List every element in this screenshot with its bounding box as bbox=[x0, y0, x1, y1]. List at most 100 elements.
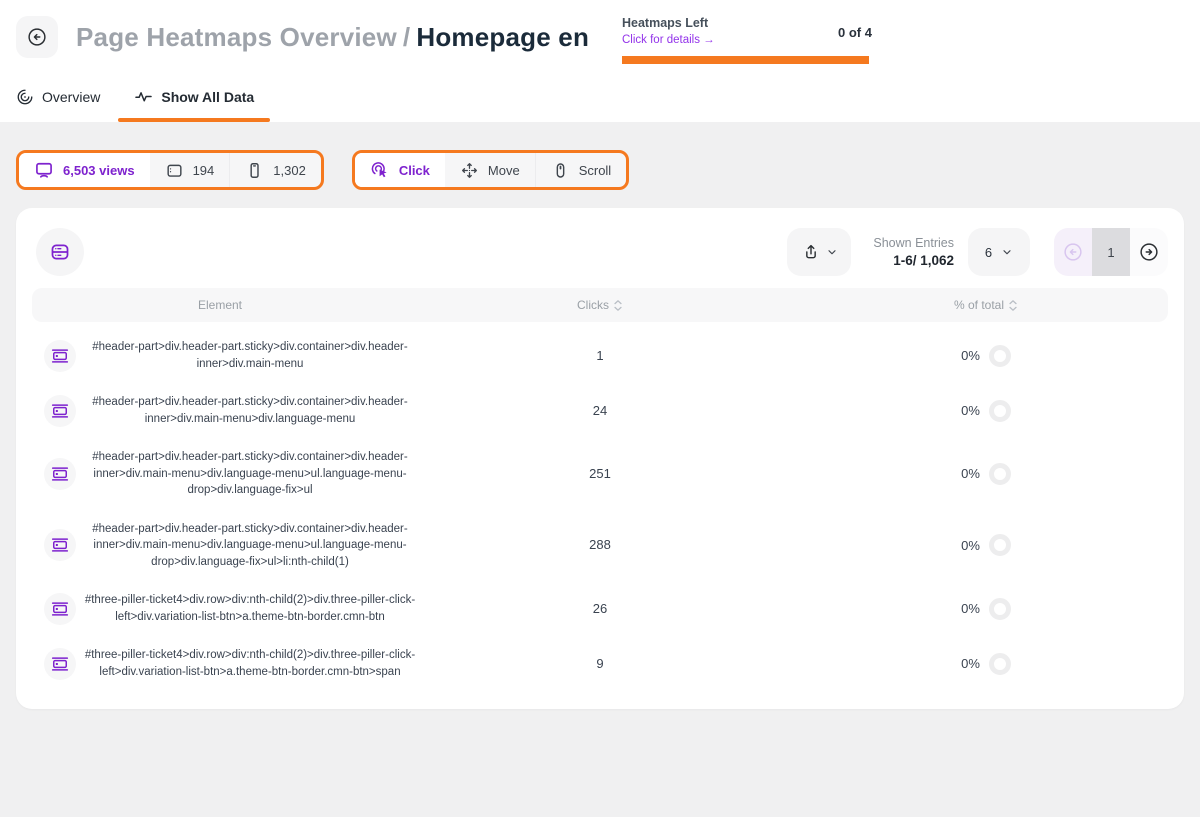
tab-show-all-data[interactable]: Show All Data bbox=[134, 87, 254, 122]
percent-of-total: 0% bbox=[961, 538, 980, 553]
current-page-indicator: 1 bbox=[1092, 228, 1130, 276]
tablet-icon bbox=[165, 161, 184, 180]
sort-icon bbox=[613, 299, 623, 312]
tab-overview[interactable]: Overview bbox=[16, 87, 100, 122]
table-row: #three-piller-ticket4>div.row>div:nth-ch… bbox=[16, 581, 1184, 636]
breadcrumb-current-page: Homepage en bbox=[416, 22, 589, 52]
percent-of-total: 0% bbox=[961, 601, 980, 616]
card-toolbar: Shown Entries 1-6/ 1,062 6 1 bbox=[16, 208, 1184, 288]
next-page-button[interactable] bbox=[1130, 228, 1168, 276]
data-table-card: Shown Entries 1-6/ 1,062 6 1 bbox=[16, 208, 1184, 709]
clicks-count: 24 bbox=[593, 403, 607, 418]
tab-overview-label: Overview bbox=[42, 89, 100, 105]
device-desktop-label: 6,503 views bbox=[63, 163, 135, 178]
percent-ring bbox=[989, 463, 1011, 485]
page-title: Page Heatmaps Overview/Homepage en bbox=[76, 22, 589, 53]
breadcrumb-separator: / bbox=[403, 22, 410, 52]
element-selector: #header-part>div.header-part.sticky>div.… bbox=[80, 449, 420, 499]
stats-row: 6,503 views 194 1,302 bbox=[16, 150, 1200, 190]
scroll-mouse-icon bbox=[551, 161, 570, 180]
element-card-icon bbox=[50, 535, 70, 555]
column-header-element: Element bbox=[198, 298, 242, 312]
percent-of-total: 0% bbox=[961, 656, 980, 671]
element-type-button[interactable] bbox=[44, 458, 76, 490]
percent-ring bbox=[989, 653, 1011, 675]
element-type-button[interactable] bbox=[44, 395, 76, 427]
device-mobile-button[interactable]: 1,302 bbox=[230, 153, 321, 187]
chevron-down-icon bbox=[826, 246, 838, 258]
percent-ring bbox=[989, 400, 1011, 422]
device-toggle: 6,503 views 194 1,302 bbox=[16, 150, 324, 190]
device-tablet-button[interactable]: 194 bbox=[150, 153, 231, 187]
element-card-icon bbox=[50, 599, 70, 619]
percent-ring bbox=[989, 345, 1011, 367]
clicks-count: 251 bbox=[589, 466, 611, 481]
table-body: #header-part>div.header-part.sticky>div.… bbox=[16, 328, 1184, 691]
shown-entries: Shown Entries 1-6/ 1,062 bbox=[873, 236, 954, 268]
top-header: Page Heatmaps Overview/Homepage en Heatm… bbox=[0, 0, 1200, 122]
chevron-down-icon bbox=[1001, 246, 1013, 258]
column-header-percent[interactable]: % of total bbox=[954, 298, 1018, 312]
table-row: #three-piller-ticket4>div.row>div:nth-ch… bbox=[16, 636, 1184, 691]
shown-entries-label: Shown Entries bbox=[873, 236, 954, 250]
element-card-icon bbox=[50, 346, 70, 366]
mode-scroll-label: Scroll bbox=[579, 163, 612, 178]
page-size-select[interactable]: 6 bbox=[968, 228, 1030, 276]
export-button[interactable] bbox=[787, 228, 851, 276]
shown-entries-value: 1-6/ 1,062 bbox=[873, 253, 954, 268]
clicks-count: 288 bbox=[589, 537, 611, 552]
back-icon bbox=[26, 26, 48, 48]
tabs: Overview Show All Data bbox=[16, 87, 254, 122]
element-type-button[interactable] bbox=[44, 648, 76, 680]
percent-of-total: 0% bbox=[961, 466, 980, 481]
previous-page-button[interactable] bbox=[1054, 228, 1092, 276]
mode-move-button[interactable]: Move bbox=[445, 153, 536, 187]
element-type-button[interactable] bbox=[44, 593, 76, 625]
heatmaps-details-link[interactable]: Click for details → bbox=[622, 34, 715, 46]
sort-icon bbox=[1008, 299, 1018, 312]
element-selector: #three-piller-ticket4>div.row>div:nth-ch… bbox=[80, 647, 420, 680]
arrow-right-circle-icon bbox=[1138, 241, 1160, 263]
element-type-button[interactable] bbox=[44, 529, 76, 561]
clicks-count: 9 bbox=[596, 656, 603, 671]
column-header-clicks[interactable]: Clicks bbox=[577, 298, 623, 312]
mode-move-label: Move bbox=[488, 163, 520, 178]
element-card-icon bbox=[50, 401, 70, 421]
mode-scroll-button[interactable]: Scroll bbox=[536, 153, 627, 187]
arrow-left-circle-icon bbox=[1062, 241, 1084, 263]
back-button[interactable] bbox=[16, 16, 58, 58]
click-ripple-icon bbox=[370, 160, 390, 180]
clicks-count: 1 bbox=[596, 348, 603, 363]
element-card-icon bbox=[50, 654, 70, 674]
mobile-icon bbox=[245, 161, 264, 180]
breadcrumb-section: Page Heatmaps Overview bbox=[76, 22, 397, 52]
element-card-icon bbox=[50, 464, 70, 484]
pulse-icon bbox=[134, 87, 153, 106]
heatmaps-left-widget: Heatmaps Left Click for details → 0 of 4 bbox=[622, 16, 882, 48]
data-source-button[interactable] bbox=[36, 228, 84, 276]
table-row: #header-part>div.header-part.sticky>div.… bbox=[16, 510, 1184, 582]
heatmaps-quota: 0 of 4 bbox=[838, 25, 872, 40]
element-selector: #header-part>div.header-part.sticky>div.… bbox=[80, 394, 420, 427]
desktop-icon bbox=[34, 160, 54, 180]
percent-ring bbox=[989, 534, 1011, 556]
element-selector: #three-piller-ticket4>div.row>div:nth-ch… bbox=[80, 592, 420, 625]
device-tablet-label: 194 bbox=[193, 163, 215, 178]
table-row: #header-part>div.header-part.sticky>div.… bbox=[16, 328, 1184, 383]
clicks-count: 26 bbox=[593, 601, 607, 616]
mode-click-button[interactable]: Click bbox=[355, 153, 445, 187]
table-row: #header-part>div.header-part.sticky>div.… bbox=[16, 383, 1184, 438]
interaction-toggle: Click Move Scroll bbox=[352, 150, 629, 190]
device-desktop-button[interactable]: 6,503 views bbox=[19, 153, 150, 187]
heatmaps-progress-bar bbox=[622, 56, 869, 64]
mode-click-label: Click bbox=[399, 163, 430, 178]
table-header: Element Clicks % of total bbox=[32, 288, 1168, 322]
server-icon bbox=[49, 241, 71, 263]
move-icon bbox=[460, 161, 479, 180]
element-selector: #header-part>div.header-part.sticky>div.… bbox=[80, 521, 420, 571]
element-selector: #header-part>div.header-part.sticky>div.… bbox=[80, 339, 420, 372]
element-type-button[interactable] bbox=[44, 340, 76, 372]
page-size-value: 6 bbox=[985, 245, 992, 260]
percent-ring bbox=[989, 598, 1011, 620]
percent-of-total: 0% bbox=[961, 403, 980, 418]
